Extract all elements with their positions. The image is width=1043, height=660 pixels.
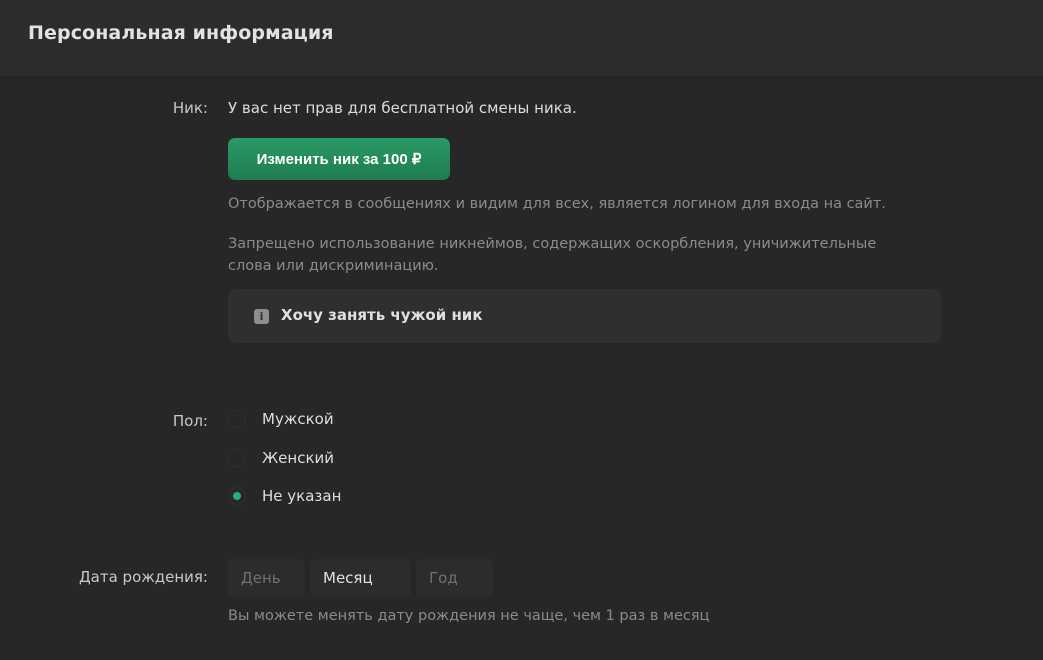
gender-label: Пол: bbox=[172, 412, 208, 430]
radio-female[interactable] bbox=[228, 449, 246, 467]
gender-option-male-label: Мужской bbox=[262, 410, 334, 428]
birth-day-select[interactable]: День bbox=[228, 559, 305, 597]
settings-page: Персональная информация Ник: У вас нет п… bbox=[0, 0, 1043, 660]
nick-label: Ник: bbox=[172, 99, 208, 117]
change-nick-button[interactable]: Изменить ник за 100 ₽ bbox=[228, 138, 450, 180]
claim-nick-panel[interactable]: i Хочу занять чужой ник bbox=[228, 289, 941, 343]
gender-option-female[interactable]: Женский bbox=[228, 445, 334, 471]
nick-forbidden-hint: Запрещено использование никнеймов, содер… bbox=[228, 236, 877, 274]
nick-display-hint: Отображается в сообщениях и видим для вс… bbox=[228, 196, 886, 212]
section-header: Персональная информация bbox=[0, 0, 1043, 77]
section-title: Персональная информация bbox=[28, 22, 334, 44]
birth-date-hint: Вы можете менять дату рождения не чаще, … bbox=[228, 608, 710, 624]
gender-option-female-label: Женский bbox=[262, 449, 334, 467]
radio-unspecified[interactable] bbox=[228, 487, 246, 505]
radio-male[interactable] bbox=[228, 410, 246, 428]
birth-month-select[interactable]: Месяц bbox=[310, 559, 411, 597]
gender-option-male[interactable]: Мужской bbox=[228, 406, 334, 432]
gender-option-unspecified-label: Не указан bbox=[262, 487, 342, 505]
nick-no-rights-text: У вас нет прав для бесплатной смены ника… bbox=[228, 99, 577, 117]
birth-year-select[interactable]: Год bbox=[416, 559, 493, 597]
claim-nick-label: Хочу занять чужой ник bbox=[281, 306, 483, 324]
gender-option-unspecified[interactable]: Не указан bbox=[228, 483, 341, 509]
info-icon: i bbox=[254, 309, 269, 324]
birth-date-label: Дата рождения: bbox=[78, 568, 208, 586]
